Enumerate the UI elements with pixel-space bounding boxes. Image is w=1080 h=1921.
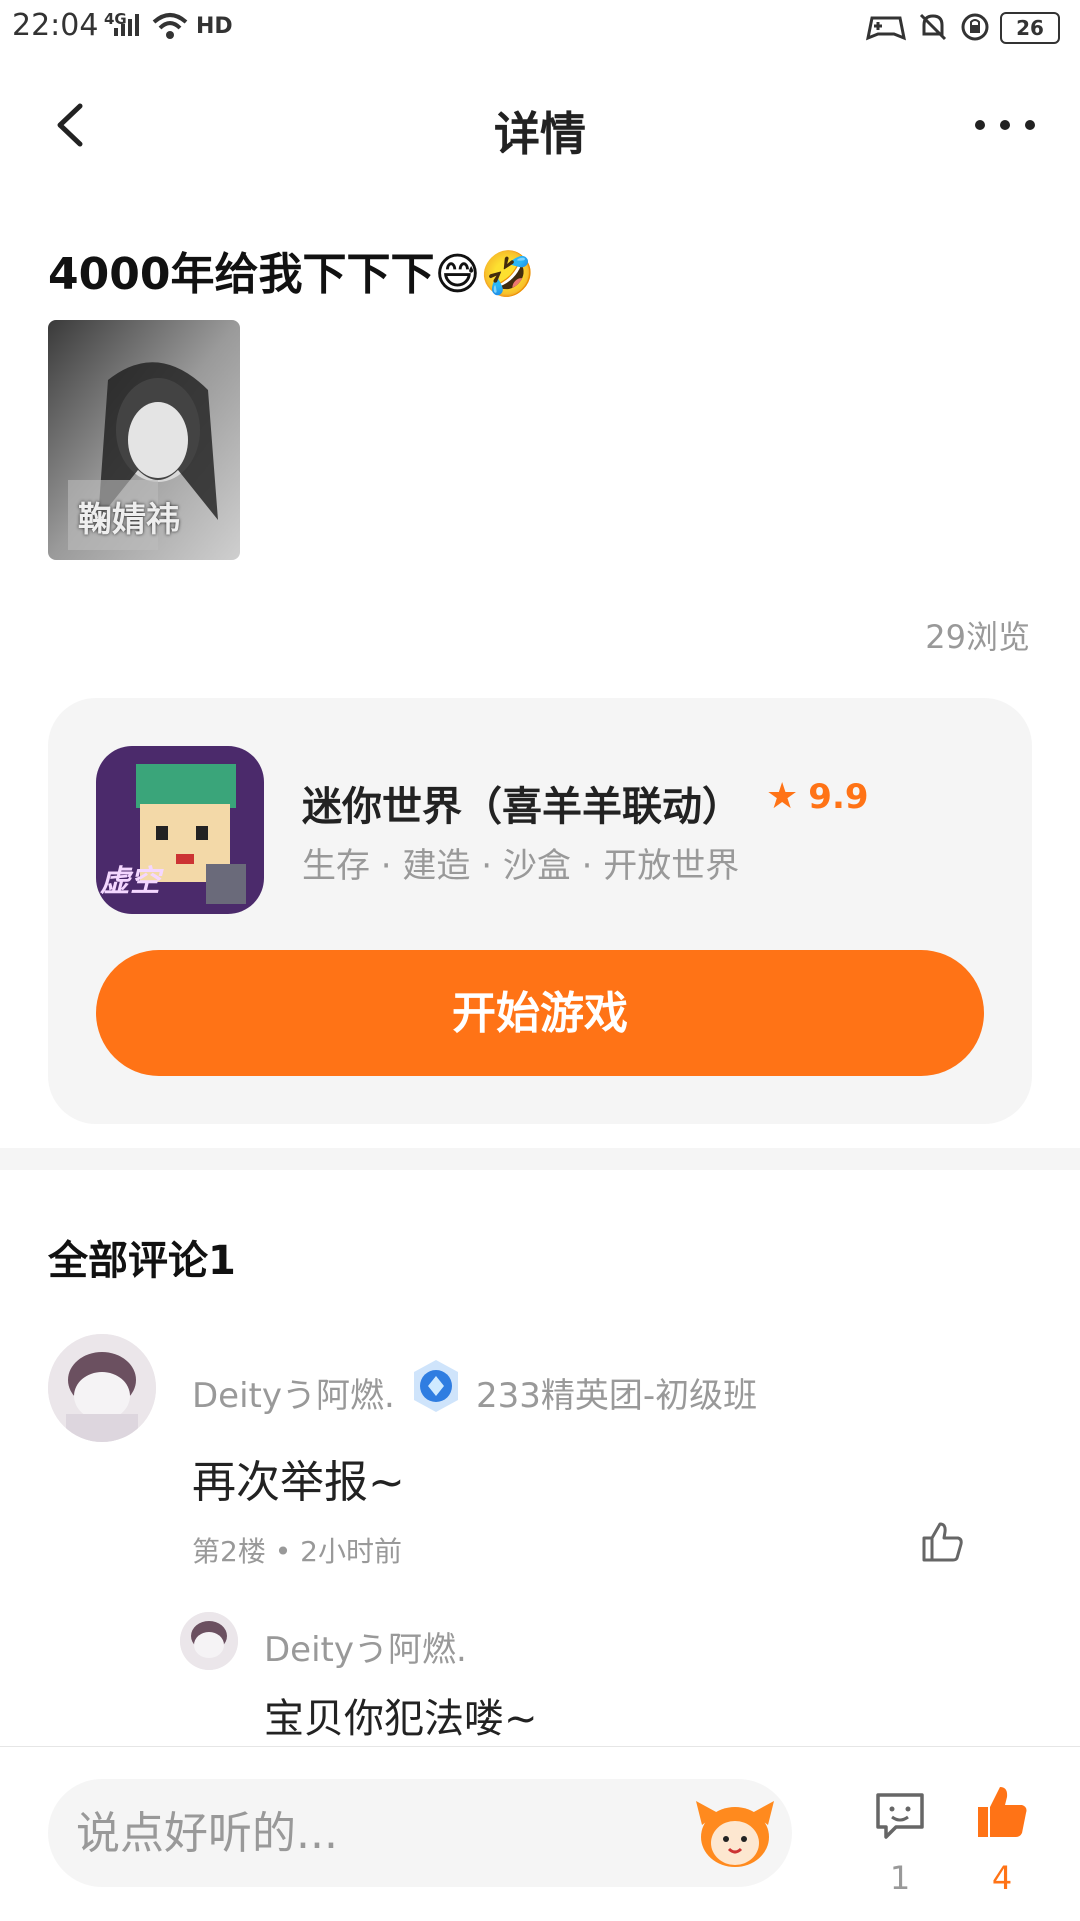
comment-badge-text: 233精英团-初级班 bbox=[476, 1376, 758, 1416]
app-header: 详情 bbox=[0, 70, 1080, 180]
bell-off-icon bbox=[919, 13, 947, 41]
comment-count: 1 bbox=[889, 1859, 911, 1897]
rank-badge-icon bbox=[414, 1360, 458, 1412]
page-title: 详情 bbox=[494, 107, 586, 161]
game-icon[interactable]: 虚空 bbox=[96, 746, 264, 914]
rotation-lock-icon bbox=[961, 13, 989, 41]
star-icon: ★ bbox=[766, 776, 799, 817]
comment-meta: 第2楼 • 2小时前 bbox=[192, 1535, 402, 1568]
signal-icon bbox=[114, 14, 139, 36]
emoji-icon[interactable] bbox=[694, 1795, 776, 1871]
game-name[interactable]: 迷你世界（喜羊羊联动） bbox=[302, 774, 742, 832]
game-rating: ★ 9.9 bbox=[766, 776, 869, 817]
status-bar: 22:04 4G HD 26 bbox=[0, 0, 1080, 56]
rating-value: 9.9 bbox=[808, 777, 869, 817]
thumbs-up-icon[interactable] bbox=[918, 1518, 966, 1566]
battery-indicator: 26 bbox=[1000, 12, 1060, 44]
hd-label: HD bbox=[196, 14, 233, 39]
comment-text: 再次举报~ bbox=[192, 1457, 405, 1508]
post-image[interactable]: 鞠婧祎 bbox=[48, 320, 240, 560]
like-icon[interactable] bbox=[972, 1783, 1032, 1843]
gamepad-icon bbox=[866, 16, 906, 41]
comment-username[interactable]: Deityう阿燃. bbox=[192, 1368, 395, 1417]
comment-input[interactable] bbox=[48, 1779, 792, 1887]
comments-title: 全部评论1 bbox=[48, 1238, 236, 1284]
post-title: 4000年给我下下下😅🤣 bbox=[48, 249, 536, 300]
reply-avatar[interactable] bbox=[180, 1612, 238, 1670]
bottom-bar: 1 4 bbox=[0, 1746, 1080, 1921]
game-tags: 生存 · 建造 · 沙盒 · 开放世界 bbox=[302, 846, 740, 886]
game-card: 虚空 迷你世界（喜羊羊联动） ★ 9.9 生存 · 建造 · 沙盒 · 开放世界 … bbox=[48, 698, 1032, 1124]
section-divider bbox=[0, 1148, 1080, 1170]
avatar[interactable] bbox=[48, 1334, 156, 1442]
wifi-icon bbox=[152, 13, 188, 39]
reply-username[interactable]: Deityう阿燃. bbox=[264, 1622, 467, 1671]
status-time: 22:04 bbox=[12, 8, 99, 43]
like-count: 4 bbox=[991, 1859, 1013, 1897]
start-game-button[interactable]: 开始游戏 bbox=[96, 950, 984, 1076]
reply-text: 宝贝你犯法喽~ bbox=[264, 1696, 538, 1742]
comment-icon[interactable] bbox=[872, 1787, 928, 1843]
more-options-icon[interactable] bbox=[970, 100, 1040, 150]
game-icon-text: 虚空 bbox=[100, 864, 160, 899]
view-count: 29浏览 bbox=[925, 618, 1030, 656]
image-caption: 鞠婧祎 bbox=[78, 500, 180, 540]
